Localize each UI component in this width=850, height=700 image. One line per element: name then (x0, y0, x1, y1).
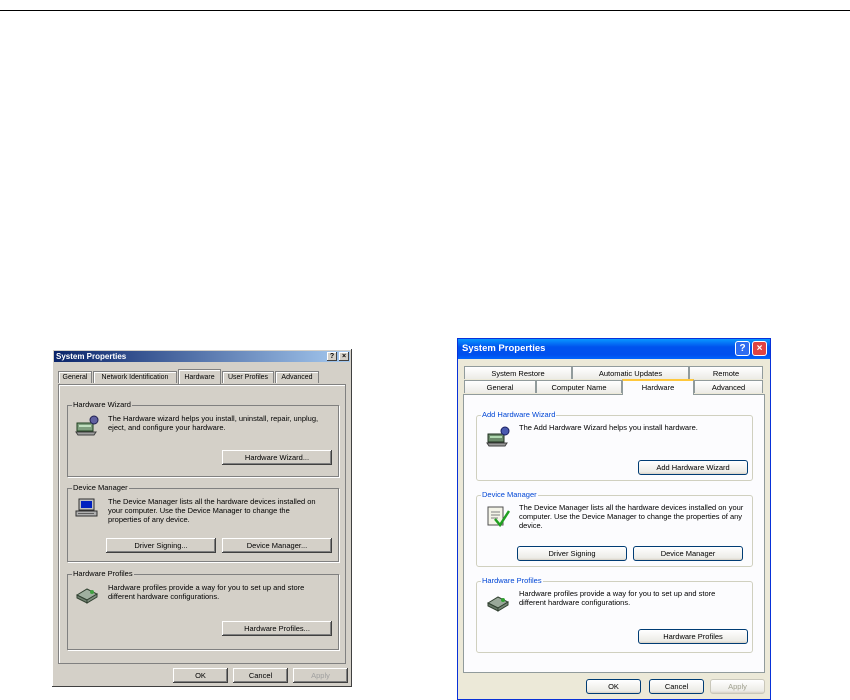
w2k-hardware-profiles-button[interactable]: Hardware Profiles... (222, 621, 332, 636)
w2k-hardware-panel: Hardware Wizard The Hardware wizard help… (58, 384, 346, 664)
w2k-hardware-profiles-text: Hardware profiles provide a way for you … (108, 583, 305, 601)
w2k-titlebar: System Properties ? × (54, 351, 350, 362)
xp-apply-button[interactable]: Apply (710, 679, 765, 694)
page-top-rule (0, 10, 850, 11)
xp-ok-button[interactable]: OK (586, 679, 641, 694)
xp-add-hardware-wizard-button[interactable]: Add Hardware Wizard (638, 460, 748, 475)
w2k-system-properties-dialog: System Properties ? × General Network Id… (52, 349, 352, 687)
hardware-wizard-icon (75, 415, 99, 436)
w2k-cancel-button[interactable]: Cancel (233, 668, 288, 683)
xp-add-hardware-wizard-group: Add Hardware Wizard The Add Hardware Wiz… (476, 410, 753, 481)
w2k-ok-button[interactable]: OK (173, 668, 228, 683)
xp-tab-remote[interactable]: Remote (689, 366, 763, 379)
xp-hardware-panel: Add Hardware Wizard The Add Hardware Wiz… (463, 394, 765, 673)
w2k-hardware-wizard-group: Hardware Wizard The Hardware wizard help… (67, 400, 339, 477)
xp-tab-advanced[interactable]: Advanced (694, 380, 763, 393)
xp-hardware-profiles-text: Hardware profiles provide a way for you … (519, 589, 716, 607)
xp-hardware-profiles-label: Hardware Profiles (481, 576, 543, 585)
hardware-profiles-icon (486, 596, 510, 612)
xp-window-title: System Properties (462, 343, 546, 354)
w2k-tab-user-profiles[interactable]: User Profiles (222, 371, 274, 383)
xp-help-icon[interactable]: ? (735, 341, 750, 356)
xp-close-icon[interactable]: × (752, 341, 767, 356)
w2k-device-manager-group: Device Manager The Device Manager lists … (67, 483, 339, 562)
w2k-tab-advanced[interactable]: Advanced (275, 371, 319, 383)
w2k-device-manager-text: The Device Manager lists all the hardwar… (108, 497, 316, 524)
device-manager-icon (487, 506, 511, 528)
xp-hardware-profiles-button[interactable]: Hardware Profiles (638, 629, 748, 644)
xp-tab-hardware[interactable]: Hardware (622, 379, 694, 395)
w2k-driver-signing-button[interactable]: Driver Signing... (106, 538, 216, 553)
xp-tab-automatic-updates[interactable]: Automatic Updates (572, 366, 689, 379)
w2k-hardware-wizard-text: The Hardware wizard helps you install, u… (108, 414, 319, 432)
w2k-close-icon[interactable]: × (339, 352, 349, 361)
xp-titlebar: System Properties ? × (458, 339, 770, 359)
w2k-device-manager-label: Device Manager (72, 483, 129, 492)
w2k-hardware-wizard-label: Hardware Wizard (72, 400, 132, 409)
xp-hardware-profiles-group: Hardware Profiles Hardware profiles prov… (476, 576, 753, 653)
hardware-profiles-icon (75, 588, 99, 604)
w2k-window-title: System Properties (56, 352, 127, 361)
w2k-apply-button[interactable]: Apply (293, 668, 348, 683)
xp-device-manager-text: The Device Manager lists all the hardwar… (519, 503, 744, 530)
w2k-tab-general[interactable]: General (58, 371, 92, 383)
xp-driver-signing-button[interactable]: Driver Signing (517, 546, 627, 561)
hardware-wizard-icon (486, 426, 510, 447)
xp-device-manager-group: Device Manager The Device Manager lists … (476, 490, 753, 567)
device-manager-icon (75, 498, 98, 517)
xp-add-hardware-wizard-label: Add Hardware Wizard (481, 410, 557, 419)
xp-device-manager-button[interactable]: Device Manager (633, 546, 743, 561)
xp-device-manager-label: Device Manager (481, 490, 538, 499)
w2k-hardware-wizard-button[interactable]: Hardware Wizard... (222, 450, 332, 465)
w2k-hardware-profiles-group: Hardware Profiles Hardware profiles prov… (67, 569, 339, 650)
w2k-help-icon[interactable]: ? (327, 352, 337, 361)
w2k-device-manager-button[interactable]: Device Manager... (222, 538, 332, 553)
xp-tab-system-restore[interactable]: System Restore (464, 366, 572, 379)
xp-cancel-button[interactable]: Cancel (649, 679, 704, 694)
w2k-tab-network-identification[interactable]: Network Identification (93, 371, 177, 383)
xp-system-properties-dialog: System Properties ? × System Restore Aut… (457, 338, 771, 700)
w2k-tab-hardware[interactable]: Hardware (178, 369, 221, 384)
xp-tab-computer-name[interactable]: Computer Name (536, 380, 622, 393)
xp-add-hardware-wizard-text: The Add Hardware Wizard helps you instal… (519, 423, 698, 432)
w2k-hardware-profiles-label: Hardware Profiles (72, 569, 134, 578)
xp-tab-general[interactable]: General (464, 380, 536, 393)
